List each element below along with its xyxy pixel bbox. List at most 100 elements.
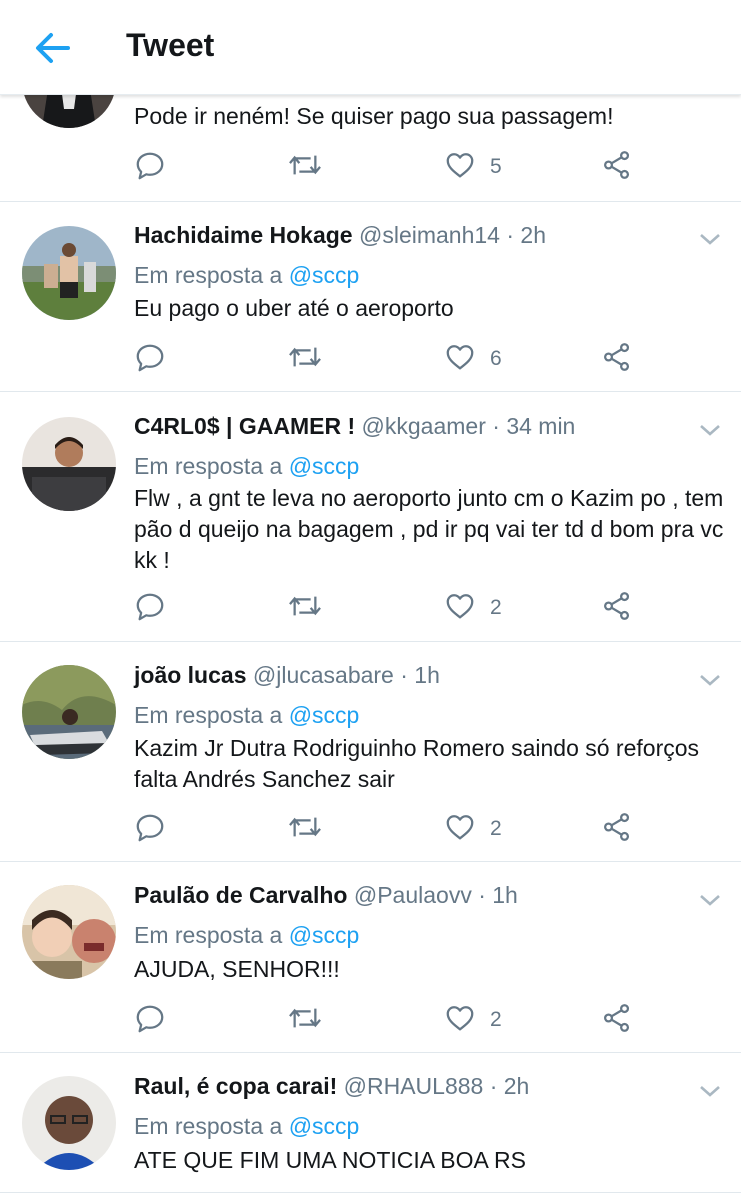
heart-icon — [444, 1002, 476, 1034]
retweet-button[interactable] — [287, 149, 323, 183]
like-button[interactable] — [444, 149, 476, 183]
tweet[interactable]: Raul, é copa carai! @RHAUL888 · 2h Em re… — [0, 1052, 741, 1193]
like-count: 2 — [490, 1008, 502, 1031]
retweet-icon — [287, 1002, 323, 1034]
author-name[interactable]: Paulão de Carvalho — [134, 882, 347, 908]
like-button[interactable] — [444, 811, 476, 845]
tweet[interactable]: C4RL0$ | GAAMER ! @kkgaamer · 34 min Em … — [0, 391, 741, 642]
author-name[interactable]: Hachidaime Hokage — [134, 222, 353, 248]
reply-context: Em resposta a @sccp — [134, 453, 359, 480]
avatar[interactable] — [22, 885, 116, 979]
tweet-time: · 1h — [478, 882, 518, 908]
tweet-text: ATE QUE FIM UMA NOTICIA BOA RS — [134, 1147, 526, 1173]
author-name[interactable]: joão lucas — [134, 662, 246, 688]
author-handle[interactable]: @jlucasabare — [253, 662, 394, 688]
share-button[interactable] — [601, 811, 633, 845]
mention-link[interactable]: @sccp — [289, 1113, 360, 1139]
share-icon — [601, 1002, 633, 1034]
reply-prefix: Em resposta a — [134, 1113, 283, 1139]
tweet-text: Kazim Jr Dutra Rodriguinho Romero saindo… — [134, 735, 700, 792]
like-button[interactable] — [444, 590, 476, 624]
reply-prefix: Em resposta a — [134, 262, 283, 288]
author-handle[interactable]: @sleimanh14 — [359, 222, 500, 248]
like-count: 2 — [490, 596, 502, 619]
share-icon — [601, 811, 633, 843]
tweet-text: Eu pago o uber até o aeroporto — [134, 295, 454, 321]
author-handle[interactable]: @RHAUL888 — [344, 1073, 484, 1099]
back-button[interactable] — [30, 28, 74, 68]
avatar[interactable] — [22, 417, 116, 511]
avatar[interactable] — [22, 1076, 116, 1170]
retweet-button[interactable] — [287, 341, 323, 375]
share-button[interactable] — [601, 341, 633, 375]
retweet-icon — [287, 341, 323, 373]
reply-context: Em resposta a @sccp — [134, 702, 359, 729]
chevron-down-icon[interactable] — [698, 892, 722, 908]
share-icon — [601, 590, 633, 622]
author-handle[interactable]: @Paulaovv — [354, 882, 472, 908]
chevron-down-icon[interactable] — [698, 672, 722, 688]
share-icon — [601, 341, 633, 373]
tweet-time: · 34 min — [492, 413, 576, 439]
like-count: 2 — [490, 817, 502, 840]
tweet-text: Flw , a gnt te leva no aeroporto junto c… — [134, 485, 724, 573]
reply-prefix: Em resposta a — [134, 702, 283, 728]
avatar[interactable] — [22, 226, 116, 320]
retweet-button[interactable] — [287, 811, 323, 845]
share-icon — [601, 149, 633, 181]
heart-icon — [444, 811, 476, 843]
share-button[interactable] — [601, 149, 633, 183]
chevron-down-icon[interactable] — [698, 1083, 722, 1099]
tweet-text: Pode ir neném! Se quiser pago sua passag… — [134, 103, 614, 129]
retweet-button[interactable] — [287, 590, 323, 624]
reply-button[interactable] — [134, 590, 166, 624]
tweet[interactable]: joão lucas @jlucasabare · 1h Em resposta… — [0, 641, 741, 862]
retweet-icon — [287, 590, 323, 622]
tweet-time: · 2h — [489, 1073, 530, 1099]
reply-context: Em resposta a @sccp — [134, 922, 359, 949]
like-count: 6 — [490, 347, 502, 370]
share-button[interactable] — [601, 590, 633, 624]
mention-link[interactable]: @sccp — [289, 702, 360, 728]
top-bar: Tweet — [0, 0, 741, 95]
tweet-time: · 1h — [400, 662, 440, 688]
author-name[interactable]: Raul, é copa carai! — [134, 1073, 337, 1099]
retweet-button[interactable] — [287, 1002, 323, 1036]
mention-link[interactable]: @sccp — [289, 922, 360, 948]
reply-prefix: Em resposta a — [134, 922, 283, 948]
reply-button[interactable] — [134, 341, 166, 375]
retweet-icon — [287, 149, 323, 181]
arrow-left-icon — [36, 33, 70, 63]
like-button[interactable] — [444, 1002, 476, 1036]
reply-icon — [134, 811, 166, 843]
chevron-down-icon[interactable] — [698, 231, 722, 247]
reply-context: Em resposta a @sccp — [134, 262, 359, 289]
mention-link[interactable]: @sccp — [289, 453, 360, 479]
retweet-icon — [287, 811, 323, 843]
avatar[interactable] — [22, 665, 116, 759]
mention-link[interactable]: @sccp — [289, 262, 360, 288]
reply-context: Em resposta a @sccp — [134, 1113, 359, 1140]
reply-icon — [134, 590, 166, 622]
replies-feed: Pode ir neném! Se quiser pago sua passag… — [0, 0, 741, 1200]
reply-icon — [134, 1002, 166, 1034]
chevron-down-icon[interactable] — [698, 422, 722, 438]
reply-button[interactable] — [134, 811, 166, 845]
tweet[interactable]: Hachidaime Hokage @sleimanh14 · 2h Em re… — [0, 201, 741, 392]
author-handle[interactable]: @kkgaamer — [362, 413, 486, 439]
heart-icon — [444, 341, 476, 373]
tweet[interactable]: Paulão de Carvalho @Paulaovv · 1h Em res… — [0, 861, 741, 1053]
page-title: Tweet — [126, 27, 215, 63]
tweet-time: · 2h — [506, 222, 546, 248]
heart-icon — [444, 149, 476, 181]
heart-icon — [444, 590, 476, 622]
share-button[interactable] — [601, 1002, 633, 1036]
reply-button[interactable] — [134, 1002, 166, 1036]
author-name[interactable]: C4RL0$ | GAAMER ! — [134, 413, 355, 439]
like-button[interactable] — [444, 341, 476, 375]
tweet-text: AJUDA, SENHOR!!! — [134, 956, 340, 982]
reply-button[interactable] — [134, 149, 166, 183]
reply-icon — [134, 149, 166, 181]
reply-icon — [134, 341, 166, 373]
reply-prefix: Em resposta a — [134, 453, 283, 479]
